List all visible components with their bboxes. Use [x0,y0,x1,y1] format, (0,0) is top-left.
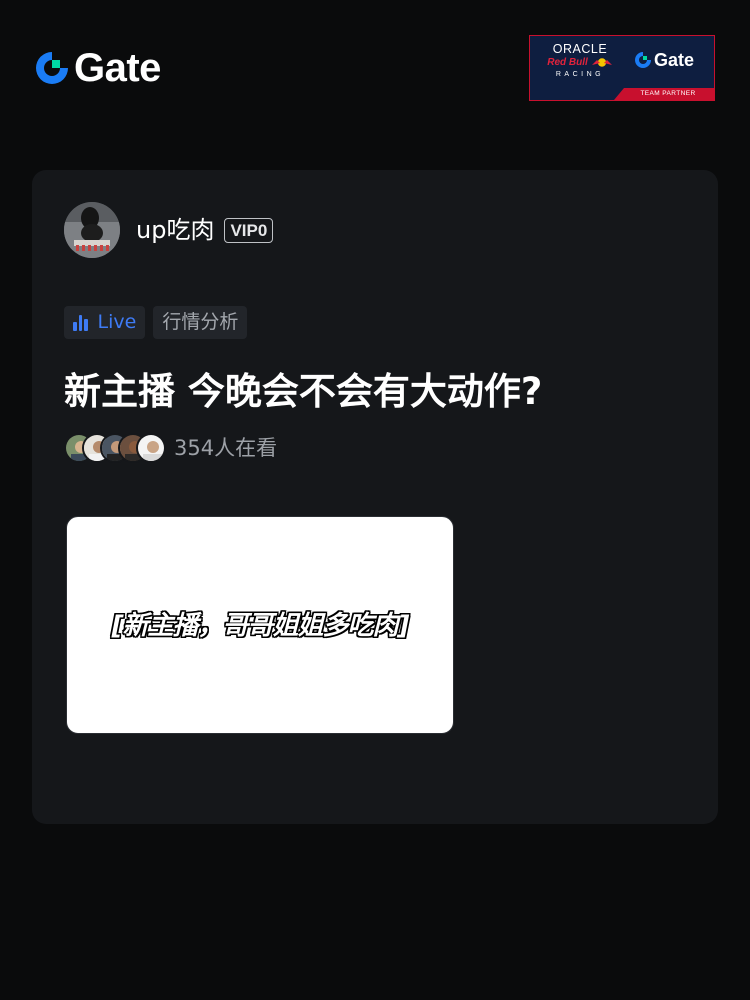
bulls-icon [591,58,612,67]
partner-gate-text: Gate [654,50,695,70]
avatar-image [64,202,120,258]
partner-gate-logo: Gate [634,50,694,70]
page: Gate ORACLE Red Bull RACING Gate TEAM PA… [0,0,750,1000]
viewer-avatar [136,433,166,463]
viewers-row: 354人在看 [64,433,277,463]
live-cover-thumbnail[interactable]: [新主播，哥哥姐姐多吃肉] [66,516,454,734]
racing-text: RACING [555,71,605,78]
bar-chart-icon [73,314,88,331]
author-row[interactable]: up吃肉 VIP0 [64,202,274,258]
viewer-avatars [64,433,166,463]
oracle-text: ORACLE [552,42,608,56]
tag-topic-label: 行情分析 [162,311,239,333]
tag-live-label: Live [97,311,137,333]
team-partner-banner[interactable]: ORACLE Red Bull RACING Gate TEAM PARTNER [529,35,715,101]
gate-logo[interactable]: Gate [34,48,161,88]
tag-live[interactable]: Live [64,306,146,339]
brand-name: Gate [74,46,161,90]
live-post-card[interactable]: up吃肉 VIP0 Live 行情分析 新主播 今晚会不会有大动作? 354人在… [32,170,718,824]
viewer-count: 354人在看 [174,436,278,460]
post-title[interactable]: 新主播 今晚会不会有大动作? [64,368,542,416]
vip-badge: VIP0 [224,217,274,243]
gate-logo-icon [36,52,68,84]
username[interactable]: up吃肉 [136,215,214,245]
tag-market-analysis[interactable]: 行情分析 [153,306,248,339]
cover-caption: [新主播，哥哥姐姐多吃肉] [111,611,410,641]
tag-list: Live 行情分析 [64,306,248,339]
oracle-redbull-logo: ORACLE Red Bull RACING [540,42,620,80]
avatar[interactable] [64,202,120,258]
team-partner-label: TEAM PARTNER [614,88,714,100]
gate-small-icon [635,52,651,68]
red-bull-text: Red Bull [547,56,588,68]
